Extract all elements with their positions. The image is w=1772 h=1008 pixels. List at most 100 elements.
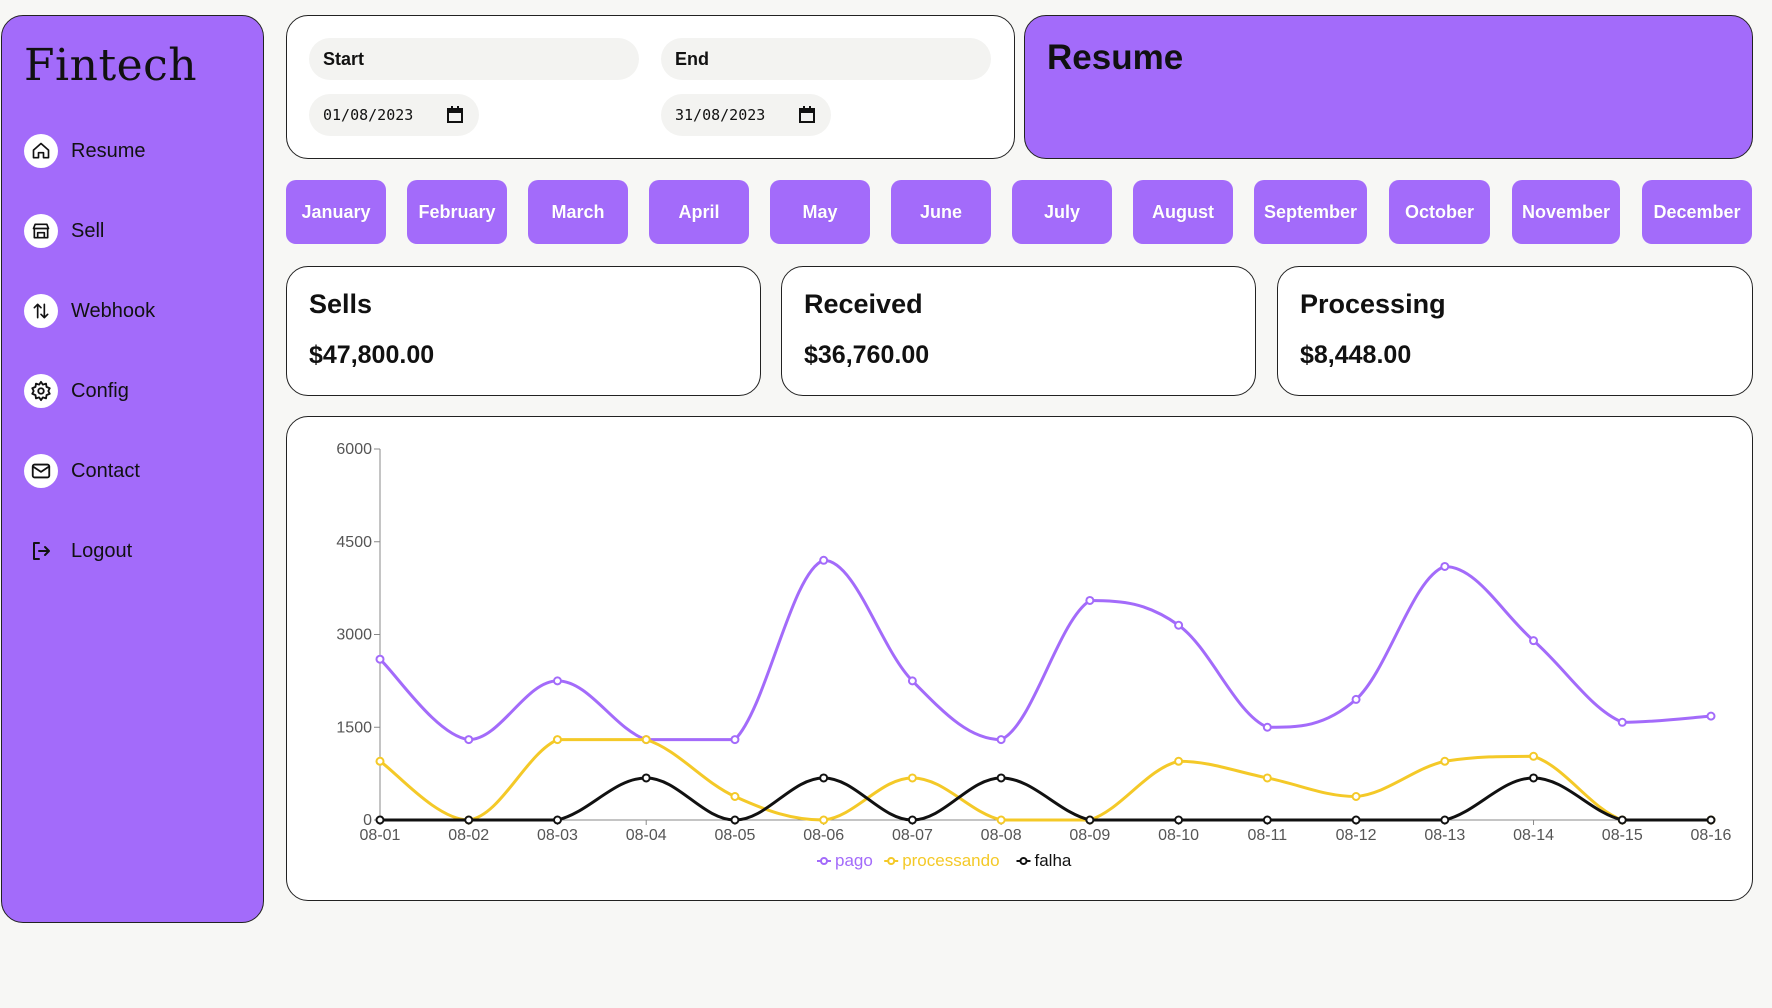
- sidebar-item-contact[interactable]: Contact: [24, 453, 140, 489]
- data-point-pago: [1706, 711, 1716, 721]
- sidebar-item-label: Webhook: [71, 299, 156, 322]
- data-point-pago: [1529, 636, 1539, 646]
- end-label-text: End: [675, 48, 709, 69]
- data-point-falha: [1262, 815, 1272, 825]
- month-button[interactable]: March: [528, 180, 628, 244]
- data-point-pago: [464, 735, 474, 745]
- sidebar-item-sell[interactable]: Sell: [24, 213, 104, 249]
- data-point-processando: [819, 815, 829, 825]
- x-tick-label: 08-10: [1158, 827, 1199, 844]
- data-point-falha: [1529, 773, 1539, 783]
- data-point-pago: [1617, 717, 1627, 727]
- sidebar-item-logout[interactable]: Logout: [24, 533, 132, 569]
- series-line-processando: [379, 738, 1711, 822]
- month-button[interactable]: September: [1254, 180, 1367, 244]
- month-button[interactable]: June: [891, 180, 991, 244]
- home-icon: [24, 134, 58, 168]
- data-point-pago: [819, 555, 829, 565]
- data-point-processando: [996, 815, 1006, 825]
- sidebar-item-webhook[interactable]: Webhook: [24, 293, 155, 329]
- data-point-falha: [907, 815, 917, 825]
- start-date-value: 01/08/2023: [323, 106, 414, 124]
- stat-card-received: Received $36,760.00: [781, 266, 1256, 396]
- month-button[interactable]: April: [649, 180, 749, 244]
- data-point-falha: [641, 773, 651, 783]
- store-icon: [24, 214, 58, 248]
- data-point-pago: [1440, 561, 1450, 571]
- date-range-panel: Start 01/08/2023 End 31/08/2023: [286, 15, 1015, 159]
- x-tick-label: 08-05: [714, 827, 755, 844]
- sidebar-item-label: Resume: [71, 139, 146, 162]
- data-point-pago: [1351, 694, 1361, 704]
- data-point-pago: [552, 676, 562, 686]
- month-button[interactable]: February: [407, 180, 507, 244]
- page-title: Resume: [1047, 38, 1184, 77]
- calendar-icon[interactable]: [447, 106, 463, 127]
- start-date-label: Start: [309, 38, 639, 80]
- data-point-processando: [1440, 756, 1450, 766]
- stat-card-sells: Sells $47,800.00: [286, 266, 761, 396]
- end-date-input[interactable]: 31/08/2023: [661, 94, 831, 136]
- month-button[interactable]: December: [1642, 180, 1752, 244]
- data-point-falha: [1706, 815, 1716, 825]
- month-button[interactable]: November: [1512, 180, 1620, 244]
- legend-label: processando: [902, 851, 999, 870]
- data-point-pago: [907, 676, 917, 686]
- x-tick-label: 08-01: [360, 827, 401, 844]
- data-point-processando: [375, 756, 385, 766]
- stat-title: Received: [804, 289, 923, 319]
- calendar-icon[interactable]: [799, 106, 815, 127]
- x-tick-label: 08-11: [1247, 827, 1287, 844]
- month-button[interactable]: July: [1012, 180, 1112, 244]
- y-tick-label: 4500: [336, 534, 372, 551]
- sidebar-item-label: Contact: [71, 459, 140, 482]
- data-point-processando: [730, 792, 740, 802]
- data-point-processando: [1262, 773, 1272, 783]
- y-tick-label: 3000: [336, 627, 372, 644]
- mail-icon: [24, 454, 58, 488]
- gear-icon: [24, 374, 58, 408]
- stat-value: $47,800.00: [309, 341, 435, 369]
- y-tick-label: 6000: [336, 441, 372, 458]
- data-point-falha: [464, 815, 474, 825]
- data-point-falha: [1174, 815, 1184, 825]
- x-tick-label: 08-04: [626, 827, 667, 844]
- data-point-processando: [907, 773, 917, 783]
- sidebar: Fintech Resume Sell Webhook Config Conta…: [1, 15, 264, 923]
- x-tick-label: 08-06: [803, 827, 844, 844]
- y-tick-label: 1500: [336, 719, 372, 736]
- header-panel: Resume: [1024, 15, 1753, 159]
- series-line-falha: [380, 776, 1711, 822]
- month-button[interactable]: October: [1389, 180, 1490, 244]
- x-tick-label: 08-13: [1424, 827, 1465, 844]
- data-point-pago: [1262, 722, 1272, 732]
- month-button[interactable]: January: [286, 180, 386, 244]
- x-tick-label: 08-07: [892, 827, 933, 844]
- month-button[interactable]: August: [1133, 180, 1233, 244]
- data-point-falha: [1617, 815, 1627, 825]
- end-date-label: End: [661, 38, 991, 80]
- end-date-value: 31/08/2023: [675, 106, 766, 124]
- sidebar-item-config[interactable]: Config: [24, 373, 129, 409]
- stat-title: Processing: [1300, 289, 1446, 319]
- data-point-processando: [641, 735, 651, 745]
- data-point-falha: [819, 773, 829, 783]
- sidebar-item-label: Config: [71, 379, 129, 402]
- start-date-input[interactable]: 01/08/2023: [309, 94, 479, 136]
- stat-card-processing: Processing $8,448.00: [1277, 266, 1753, 396]
- data-point-falha: [552, 815, 562, 825]
- data-point-falha: [730, 815, 740, 825]
- data-point-falha: [1351, 815, 1361, 825]
- line-chart: 0150030004500600008-01 08-02 08-03 08-04 08-…: [336, 441, 1731, 870]
- month-button[interactable]: May: [770, 180, 870, 244]
- x-tick-label: 08-12: [1336, 827, 1377, 844]
- transfer-arrows-icon: [24, 294, 58, 328]
- series-line-pago: [378, 558, 1712, 742]
- stat-title: Sells: [309, 289, 373, 319]
- data-point-processando: [1351, 792, 1361, 802]
- x-tick-label: 08-03: [537, 827, 578, 844]
- sidebar-item-resume[interactable]: Resume: [24, 133, 145, 169]
- logout-icon: [24, 534, 58, 568]
- data-point-pago: [730, 735, 740, 745]
- data-point-falha: [1085, 815, 1095, 825]
